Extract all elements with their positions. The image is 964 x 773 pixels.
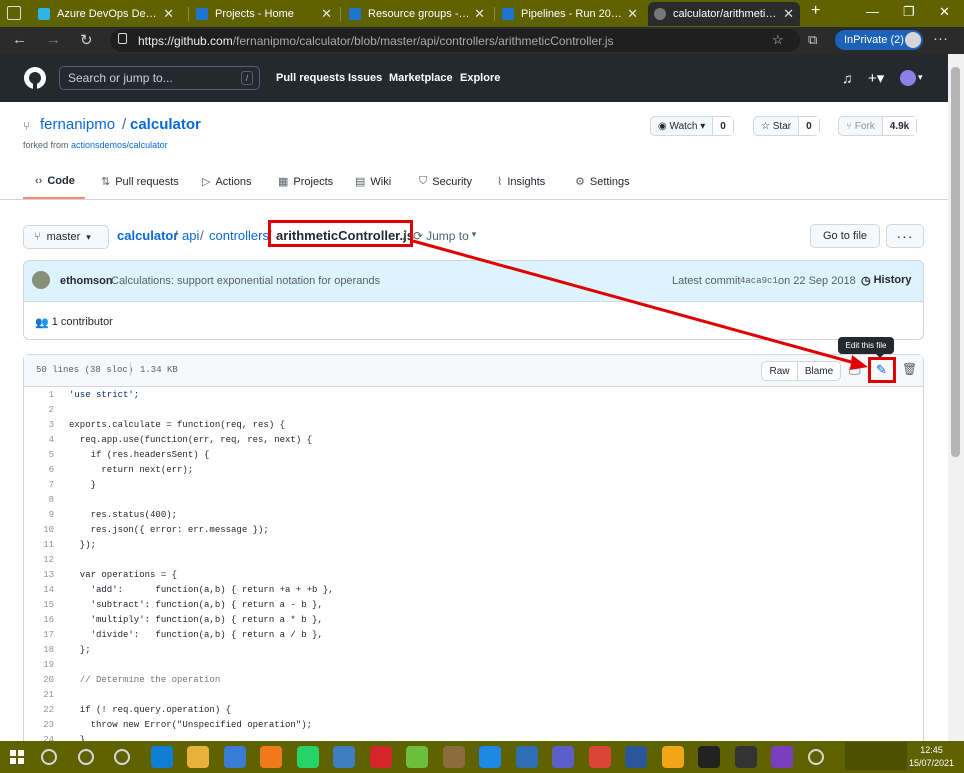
code-line: 'add': function(a,b) { return +a + +b }, <box>69 585 334 595</box>
taskbar-clock[interactable]: 12:45 15/07/2021 <box>909 744 954 770</box>
line-number[interactable]: 2 <box>24 405 54 415</box>
whatsapp-icon[interactable] <box>296 746 319 768</box>
line-number[interactable]: 11 <box>24 540 54 550</box>
line-number[interactable]: 12 <box>24 555 54 565</box>
code-line: 'multiply': function(a,b) { return a * b… <box>69 615 323 625</box>
line-number[interactable]: 8 <box>24 495 54 505</box>
line-number[interactable]: 6 <box>24 465 54 475</box>
visual-studio-icon[interactable] <box>771 746 793 768</box>
code-line: var operations = { <box>69 570 178 580</box>
line-number[interactable]: 16 <box>24 615 54 625</box>
annotation-arrow <box>412 239 868 370</box>
code-line: throw new Error("Unspecified operation")… <box>69 720 313 730</box>
line-number[interactable]: 9 <box>24 510 54 520</box>
store-icon[interactable] <box>223 746 246 768</box>
typora-icon[interactable] <box>698 746 720 768</box>
code-line: if (res.headersSent) { <box>69 450 210 460</box>
line-number[interactable]: 20 <box>24 675 54 685</box>
task-view-icon[interactable] <box>77 749 94 765</box>
code-line: 'use strict'; <box>69 390 139 400</box>
settings-icon[interactable] <box>807 749 824 765</box>
clock-date: 15/07/2021 <box>909 758 955 768</box>
line-number[interactable]: 19 <box>24 660 54 670</box>
line-number[interactable]: 7 <box>24 480 54 490</box>
line-number[interactable]: 5 <box>24 450 54 460</box>
line-number[interactable]: 22 <box>24 705 54 715</box>
app-green-icon[interactable] <box>406 746 428 768</box>
vscode-icon[interactable] <box>479 746 501 768</box>
line-number[interactable]: 4 <box>24 435 54 445</box>
line-number[interactable]: 21 <box>24 690 54 700</box>
code-line: res.json({ error: err.message }); <box>69 525 269 535</box>
teams-icon[interactable] <box>552 746 574 768</box>
code-line: }); <box>69 540 97 550</box>
clock-time: 12:45 <box>920 745 943 755</box>
edge-icon[interactable] <box>150 746 173 768</box>
code-line: req.app.use(function(err, req, res, next… <box>69 435 313 445</box>
code-line: 'divide': function(a,b) { return a / b }… <box>69 630 323 640</box>
line-number[interactable]: 18 <box>24 645 54 655</box>
terminal-icon[interactable] <box>734 746 757 768</box>
line-number[interactable]: 1 <box>24 390 54 400</box>
code-line: exports.calculate = function(req, res) { <box>69 420 286 430</box>
file-explorer-icon[interactable] <box>187 746 209 768</box>
app-blue-icon[interactable] <box>515 746 538 768</box>
word-icon[interactable] <box>625 746 647 768</box>
vmware-icon[interactable] <box>333 746 355 768</box>
code-line: return next(err); <box>69 465 194 475</box>
app-paint-icon[interactable] <box>442 746 465 768</box>
line-number[interactable]: 15 <box>24 600 54 610</box>
line-number[interactable]: 17 <box>24 630 54 640</box>
line-number[interactable]: 23 <box>24 720 54 730</box>
code-line: }; <box>69 645 91 655</box>
search-icon[interactable] <box>41 749 57 765</box>
code-line: res.status(400); <box>69 510 178 520</box>
chrome-icon[interactable] <box>588 746 611 768</box>
line-number[interactable]: 10 <box>24 525 54 535</box>
line-number[interactable]: 13 <box>24 570 54 580</box>
snip-icon[interactable] <box>661 746 684 768</box>
code-comment: // Determine the operation <box>69 675 221 685</box>
code-line: } <box>69 480 97 490</box>
line-number[interactable]: 14 <box>24 585 54 595</box>
scrollbar-thumb[interactable] <box>951 67 960 457</box>
code-line: if (! req.query.operation) { <box>69 705 232 715</box>
code-text: 'use strict'; <box>69 390 140 400</box>
line-number[interactable]: 3 <box>24 420 54 430</box>
windows-start-icon[interactable] <box>10 750 24 764</box>
system-tray <box>845 742 907 770</box>
code-line: 'subtract': function(a,b) { return a - b… <box>69 600 323 610</box>
cortana-icon[interactable] <box>114 749 130 765</box>
app-red-icon[interactable] <box>369 746 392 768</box>
media-icon[interactable] <box>260 746 282 768</box>
